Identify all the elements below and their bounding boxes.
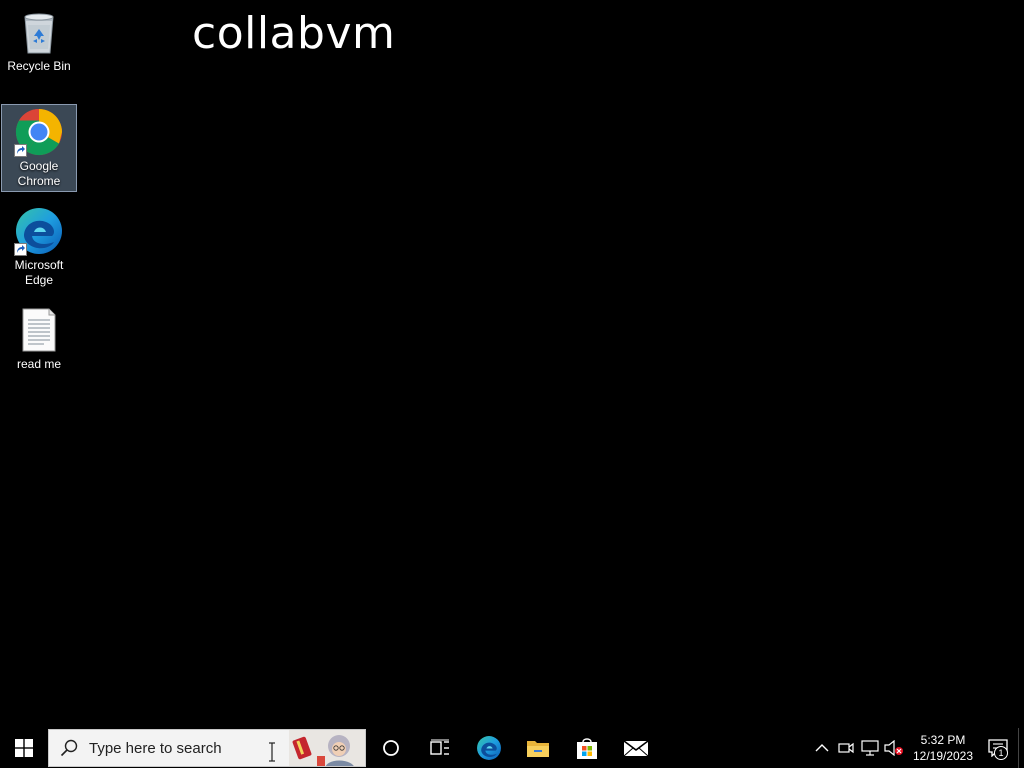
mail-button[interactable] [611, 728, 660, 768]
system-tray: 5:32 PM 12/19/2023 1 [810, 728, 1024, 768]
task-view-button[interactable] [415, 728, 464, 768]
meet-now-button[interactable] [834, 728, 858, 768]
shortcut-arrow-icon [14, 144, 27, 157]
action-center-button[interactable]: 1 [978, 728, 1018, 768]
desktop-icon-label: read me [16, 357, 62, 371]
cortana-circle-icon [382, 740, 399, 756]
recycle-bin-icon [14, 7, 64, 57]
text-cursor-icon [269, 742, 275, 762]
folder-icon [526, 741, 549, 757]
desktop-icon-google-chrome[interactable]: Google Chrome [1, 104, 77, 192]
search-icon [49, 730, 89, 766]
show-hidden-icons-button[interactable] [810, 728, 834, 768]
cortana-button[interactable] [366, 728, 415, 768]
search-highlight-illustration[interactable] [289, 730, 365, 766]
desktop-icon-read-me[interactable]: read me [1, 302, 77, 375]
network-icon [861, 740, 879, 756]
desktop[interactable]: collabvm Recycle Bin Google Chrome Micro… [0, 0, 1024, 728]
mail-envelope-icon [623, 740, 648, 757]
text-document-icon [14, 305, 64, 355]
desktop-icon-recycle-bin[interactable]: Recycle Bin [1, 4, 77, 77]
show-desktop-button[interactable] [1018, 728, 1024, 768]
windows-logo-icon [15, 739, 33, 757]
edge-icon [476, 736, 501, 760]
search-placeholder: Type here to search [89, 739, 222, 757]
taskbar-clock[interactable]: 5:32 PM 12/19/2023 [908, 732, 978, 764]
clock-time: 5:32 PM [920, 733, 966, 747]
chevron-up-icon [815, 744, 829, 752]
start-button[interactable] [0, 728, 48, 768]
notification-count-badge: 1 [994, 746, 1008, 760]
collabvm-watermark: collabvm [192, 8, 396, 59]
store-bag-icon [576, 738, 597, 759]
desktop-icon-label: Microsoft Edge [14, 258, 64, 287]
desktop-icon-label: Google Chrome [17, 159, 61, 188]
volume-button[interactable] [882, 728, 906, 768]
shortcut-arrow-icon [14, 243, 27, 256]
network-button[interactable] [858, 728, 882, 768]
file-explorer-button[interactable] [513, 728, 562, 768]
meet-now-camera-icon [838, 742, 854, 754]
taskbar-edge-button[interactable] [464, 728, 513, 768]
clock-date: 12/19/2023 [912, 749, 974, 763]
task-view-icon [429, 739, 449, 755]
volume-muted-icon [884, 740, 903, 756]
desktop-icon-label: Recycle Bin [7, 59, 71, 73]
desktop-icon-microsoft-edge[interactable]: Microsoft Edge [1, 203, 77, 291]
microsoft-store-button[interactable] [562, 728, 611, 768]
taskbar: Type here to search 5:32 PM 12/19/2023 1 [0, 728, 1024, 768]
taskbar-search-box[interactable]: Type here to search [48, 729, 366, 767]
edge-icon [14, 206, 64, 256]
chrome-icon [14, 107, 64, 157]
